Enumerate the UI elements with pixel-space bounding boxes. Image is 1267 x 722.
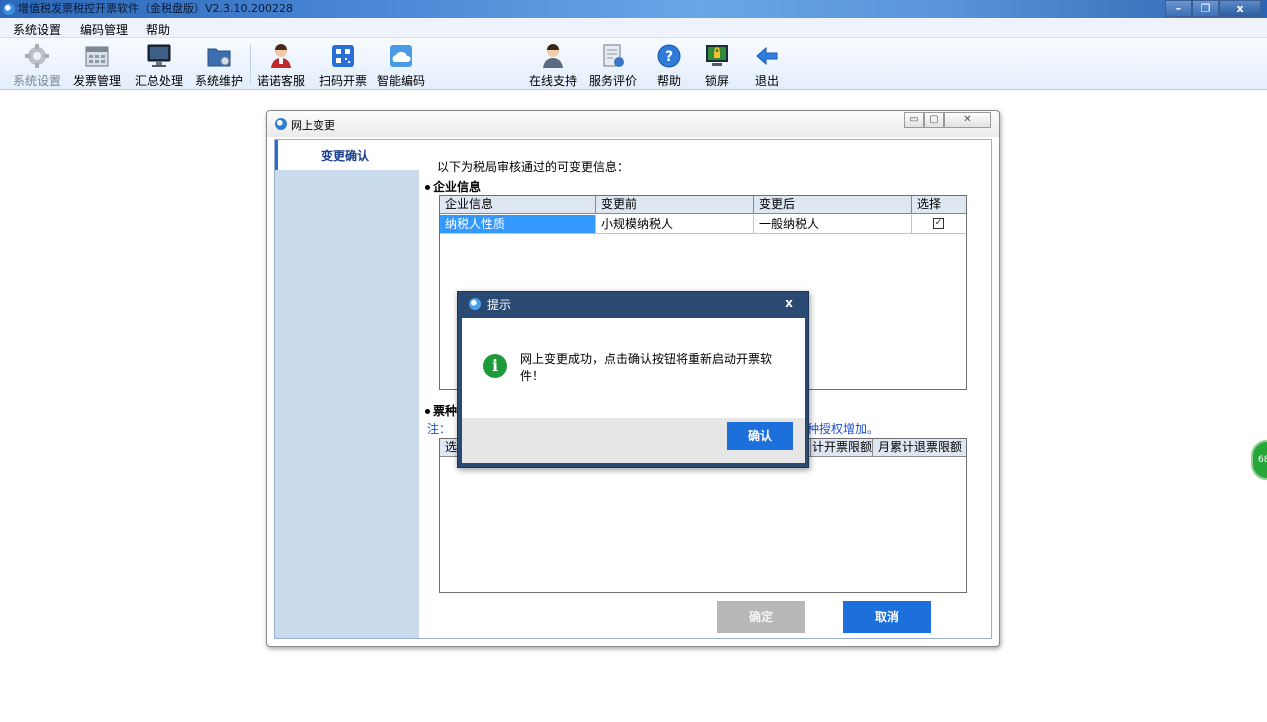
window-title: 增值税发票税控开票软件（金税盘版）V2.3.10.200228 [18,2,293,15]
qrcode-icon [332,45,354,67]
intro-text: 以下为税局审核通过的可变更信息： [437,160,630,174]
column-header[interactable]: 月累计退票限额 [873,439,966,457]
table-cell[interactable]: ✓ [912,215,966,234]
prompt-modal: 提示 x i 网上变更成功，点击确认按钮将重新启动开票软件！ 确认 [457,291,809,468]
help-icon: ? [657,44,681,68]
gear-icon [25,44,49,68]
menu-code-management[interactable]: 编码管理 [80,21,128,38]
tab-change-confirm[interactable]: 变更确认 [275,140,419,170]
dialog-close-button[interactable]: ✕ [944,112,991,128]
toolbar: 系统设置 发票管理 汇总处理 系统维护 诺诺客服 扫码开票 智能编码 在线支持 … [0,38,1267,90]
confirm-button[interactable]: 确定 [717,601,805,633]
column-header[interactable]: 变更后 [754,196,912,214]
agent-icon [271,44,291,68]
modal-body: i 网上变更成功，点击确认按钮将重新启动开票软件！ [462,318,805,418]
folder-gear-icon [207,48,231,67]
column-header[interactable]: 选择 [912,196,966,214]
select-checkbox[interactable]: ✓ [933,218,944,229]
support-user-icon [543,44,563,68]
svg-text:?: ? [665,49,673,65]
column-header[interactable]: 企业信息 [440,196,596,214]
column-header[interactable]: 计开票限额 [810,439,873,457]
section-ticket-type: 票种 [425,402,457,419]
column-header[interactable]: 变更前 [596,196,754,214]
modal-title: 提示 [487,298,512,312]
invoice-icon [85,46,109,67]
dialog-title: 网上变更 [291,119,335,132]
menu-system-settings[interactable]: 系统设置 [13,21,61,38]
menu-bar: 系统设置 编码管理 帮助 [0,18,1267,38]
note-text: 种授权增加。 [807,422,880,436]
modal-title-bar: 提示 x [458,292,808,316]
note-prefix: 注： [427,422,452,436]
window-title-bar: 增值税发票税控开票软件（金税盘版）V2.3.10.200228 – ❐ x [0,0,1267,18]
info-icon: i [483,354,507,378]
exit-arrow-icon [756,46,778,66]
toolbar-smart-coding[interactable]: 智能编码 [370,40,432,88]
monitor-icon [147,44,171,67]
window-controls: – ❐ x [1165,0,1261,17]
close-button[interactable]: x [1219,0,1261,17]
bullet-icon [425,409,430,414]
modal-close-button[interactable]: x [774,295,804,312]
dialog-title-bar: 网上变更 ▭ ▢ ✕ [267,111,999,137]
tab-label: 变更确认 [321,149,370,163]
table-cell[interactable]: 小规模纳税人 [596,215,754,234]
floating-assistant-badge[interactable]: 68 [1251,440,1267,480]
restore-button[interactable]: ❐ [1192,0,1219,17]
toolbar-label: 智能编码 [376,74,425,88]
app-logo-icon [3,3,15,15]
toolbar-label: 退出 [754,74,779,88]
section-title: 企业信息 [433,180,482,194]
bullet-icon [425,185,430,190]
side-panel: 变更确认 [275,140,419,638]
evaluation-icon [603,44,624,67]
cancel-button[interactable]: 取消 [843,601,931,633]
menu-help[interactable]: 帮助 [146,21,170,38]
modal-message: 网上变更成功，点击确认按钮将重新启动开票软件！ [520,352,773,383]
modal-logo-icon [469,298,481,310]
dialog-maximize-button[interactable]: ▢ [924,112,944,128]
section-title: 票种 [433,404,458,418]
table-header: 企业信息 变更前 变更后 选择 [440,196,966,214]
lock-screen-icon [706,45,728,66]
dialog-logo-icon [275,118,287,130]
modal-footer: 确认 [462,418,805,463]
cloud-icon [390,45,412,67]
dialog-minimize-button[interactable]: ▭ [904,112,924,128]
ok-button[interactable]: 确认 [727,422,793,450]
section-enterprise-info: 企业信息 [425,178,481,195]
table-cell[interactable]: 一般纳税人 [754,215,912,234]
table-cell[interactable]: 纳税人性质 [440,215,596,234]
toolbar-exit[interactable]: 退出 [736,40,798,88]
minimize-button[interactable]: – [1165,0,1192,17]
